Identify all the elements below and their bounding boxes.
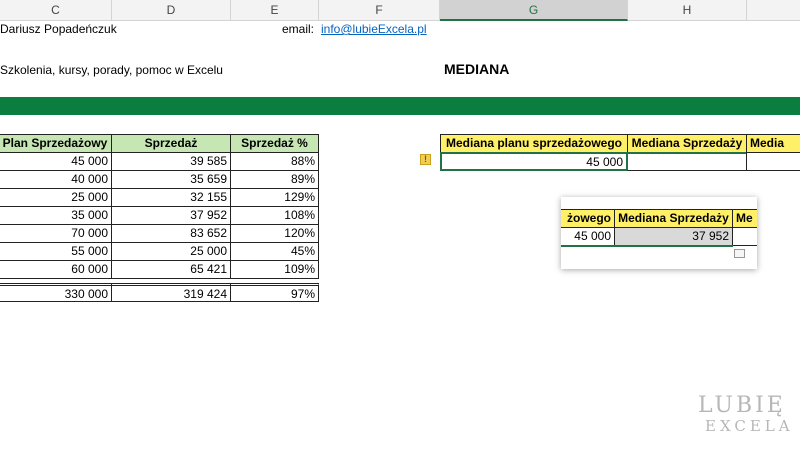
column-header-e[interactable]: E <box>231 0 319 21</box>
error-warning-icon[interactable]: ! <box>420 154 431 165</box>
column-header-d[interactable]: D <box>112 0 231 21</box>
lubie-logo-line2: EXCELA <box>705 417 794 435</box>
row-sales-pct-5[interactable]: 120% <box>230 224 319 243</box>
row-sales-6[interactable]: 25 000 <box>111 242 231 261</box>
popup-header-plan: żowego <box>561 209 615 228</box>
popup-sales-value: 37 952 <box>614 227 733 246</box>
tagline: Szkolenia, kursy, porady, pomoc w Excelu <box>0 63 223 77</box>
total-plan[interactable]: 330 000 <box>0 283 112 302</box>
row-sales-pct-3[interactable]: 129% <box>230 188 319 207</box>
row-sales-3[interactable]: 32 155 <box>111 188 231 207</box>
header-median-plan[interactable]: Mediana planu sprzedażowego <box>440 134 628 153</box>
row-plan-5[interactable]: 70 000 <box>0 224 112 243</box>
column-header-f[interactable]: F <box>319 0 440 21</box>
sheet-title: MEDIANA <box>444 61 510 77</box>
row-sales-2[interactable]: 35 659 <box>111 170 231 189</box>
row-plan-1[interactable]: 45 000 <box>0 152 112 171</box>
column-header-i[interactable] <box>747 0 800 21</box>
total-sales[interactable]: 319 424 <box>111 283 231 302</box>
author-name: Dariusz Popadeńczuk <box>0 22 117 36</box>
popup-header-sales: Mediana Sprzedaży <box>614 209 733 228</box>
column-header-g[interactable]: G <box>440 0 628 21</box>
row-sales-1[interactable]: 39 585 <box>111 152 231 171</box>
popup-plan-value: 45 000 <box>561 227 615 246</box>
row-plan-6[interactable]: 55 000 <box>0 242 112 261</box>
header-sales-pct[interactable]: Sprzedaż % <box>230 134 319 153</box>
popup-more-value <box>732 227 757 246</box>
median-more-value[interactable] <box>746 152 800 171</box>
zoom-preview-popup: żowego Mediana Sprzedaży Me 45 000 37 95… <box>561 197 757 269</box>
header-median-more[interactable]: Media <box>746 134 800 153</box>
lubie-logo-line1: LUBIĘ <box>698 393 786 418</box>
row-sales-4[interactable]: 37 952 <box>111 206 231 225</box>
row-plan-7[interactable]: 60 000 <box>0 260 112 279</box>
header-median-sales[interactable]: Mediana Sprzedaży <box>627 134 747 153</box>
column-header-h[interactable]: H <box>628 0 747 21</box>
median-plan-value[interactable]: 45 000 <box>440 152 628 171</box>
row-sales-pct-6[interactable]: 45% <box>230 242 319 261</box>
popup-header-more: Me <box>732 209 757 228</box>
row-sales-pct-7[interactable]: 109% <box>230 260 319 279</box>
row-plan-3[interactable]: 25 000 <box>0 188 112 207</box>
row-plan-4[interactable]: 35 000 <box>0 206 112 225</box>
row-sales-7[interactable]: 65 421 <box>111 260 231 279</box>
row-sales-pct-1[interactable]: 88% <box>230 152 319 171</box>
header-sales[interactable]: Sprzedaż <box>111 134 231 153</box>
column-header-bar: C D E F G H <box>0 0 800 21</box>
median-sales-value[interactable] <box>627 152 747 171</box>
row-sales-pct-2[interactable]: 89% <box>230 170 319 189</box>
popup-selection-line <box>561 245 733 247</box>
email-label: email: <box>282 22 315 36</box>
paste-options-icon[interactable] <box>734 249 745 258</box>
total-sales-pct[interactable]: 97% <box>230 283 319 302</box>
header-plan[interactable]: Plan Sprzedażowy <box>0 134 112 153</box>
column-header-c[interactable]: C <box>0 0 112 21</box>
row-sales-5[interactable]: 83 652 <box>111 224 231 243</box>
email-link[interactable]: info@lubieExcela.pl <box>321 22 427 36</box>
row-sales-pct-4[interactable]: 108% <box>230 206 319 225</box>
green-divider-band <box>0 97 800 115</box>
row-plan-2[interactable]: 40 000 <box>0 170 112 189</box>
